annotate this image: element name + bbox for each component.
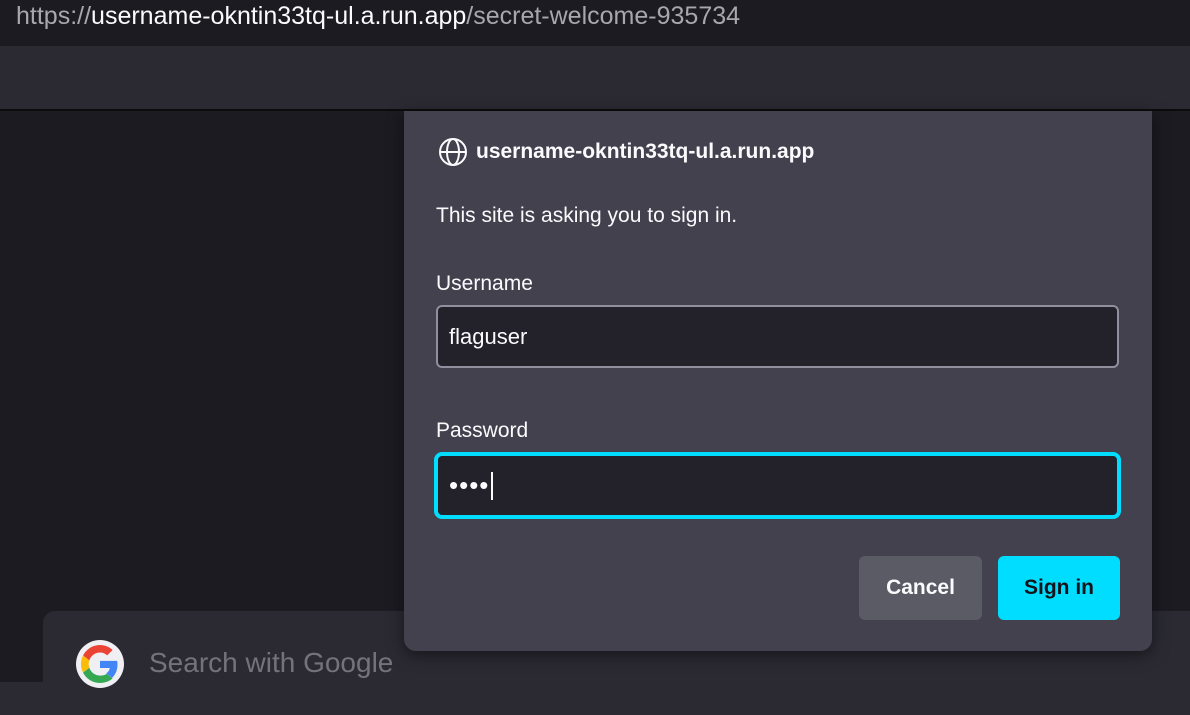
auth-dialog: username-okntin33tq-ul.a.run.app This si…: [404, 111, 1152, 651]
globe-icon: [439, 138, 467, 166]
dialog-host: username-okntin33tq-ul.a.run.app: [476, 140, 815, 163]
cancel-button[interactable]: Cancel: [859, 556, 982, 620]
url-scheme: https://: [16, 2, 92, 30]
url-host: username-okntin33tq-ul.a.run.app: [91, 2, 467, 30]
url-path: /secret-welcome-935734: [466, 2, 741, 30]
dialog-header: username-okntin33tq-ul.a.run.app: [437, 136, 814, 168]
username-field[interactable]: [436, 305, 1119, 368]
address-bar[interactable]: https://username-okntin33tq-ul.a.run.app…: [0, 0, 1190, 46]
url-text[interactable]: https://username-okntin33tq-ul.a.run.app…: [16, 1, 740, 31]
password-field[interactable]: ••••: [434, 452, 1121, 519]
sign-in-button[interactable]: Sign in: [998, 556, 1120, 620]
password-masked-value: ••••: [449, 470, 490, 500]
text-caret: [491, 471, 494, 500]
dialog-message: This site is asking you to sign in.: [436, 204, 738, 227]
google-icon: [76, 640, 124, 688]
toolbar: [0, 46, 1190, 111]
password-label: Password: [436, 419, 529, 442]
search-placeholder: Search with Google: [149, 647, 394, 678]
google-logo-svg: [81, 645, 118, 683]
username-label: Username: [436, 272, 533, 295]
